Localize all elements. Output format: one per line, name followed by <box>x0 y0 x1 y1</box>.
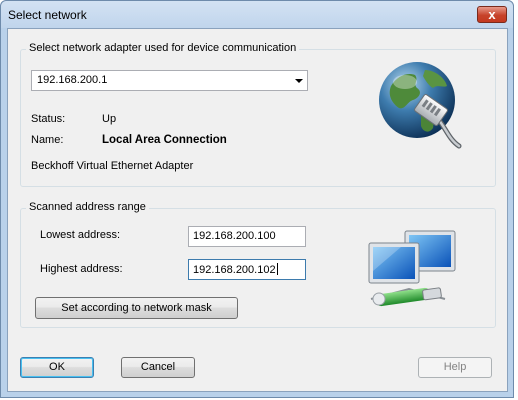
adapter-group-legend: Select network adapter used for device c… <box>26 42 300 54</box>
adapter-groupbox: Select network adapter used for device c… <box>20 42 496 187</box>
adapter-dropdown[interactable]: 192.168.200.1 <box>31 70 308 91</box>
network-computers-icon <box>361 223 469 313</box>
adapter-dropdown-value: 192.168.200.1 <box>37 74 108 86</box>
name-label: Name: <box>31 134 64 146</box>
range-group-legend: Scanned address range <box>26 201 149 213</box>
dialog-client-area: Select network adapter used for device c… <box>7 28 508 392</box>
lowest-address-value: 192.168.200.100 <box>193 230 276 242</box>
dialog-window: Select network x Select network adapter … <box>0 0 514 398</box>
globe-network-icon <box>373 58 473 156</box>
help-button[interactable]: Help <box>418 357 492 378</box>
cancel-button[interactable]: Cancel <box>121 357 195 378</box>
name-value: Local Area Connection <box>102 134 227 146</box>
window-title: Select network <box>8 8 87 22</box>
close-button[interactable]: x <box>477 6 507 23</box>
status-value: Up <box>102 113 117 125</box>
text-caret <box>276 263 278 275</box>
highest-address-label: Highest address: <box>40 263 123 275</box>
adapter-description: Beckhoff Virtual Ethernet Adapter <box>31 160 194 172</box>
lowest-address-label: Lowest address: <box>40 229 121 241</box>
close-icon: x <box>488 7 496 22</box>
set-network-mask-button[interactable]: Set according to network mask <box>35 297 238 319</box>
title-bar[interactable]: Select network x <box>1 1 513 28</box>
range-groupbox: Scanned address range Lowest address: 19… <box>20 201 496 328</box>
status-label: Status: <box>31 113 66 125</box>
lowest-address-field[interactable]: 192.168.200.100 <box>188 226 306 247</box>
chevron-down-icon[interactable] <box>295 79 303 83</box>
highest-address-value: 192.168.200.102 <box>193 264 276 276</box>
ok-button[interactable]: OK <box>20 357 94 378</box>
highest-address-field[interactable]: 192.168.200.102 <box>188 259 306 280</box>
